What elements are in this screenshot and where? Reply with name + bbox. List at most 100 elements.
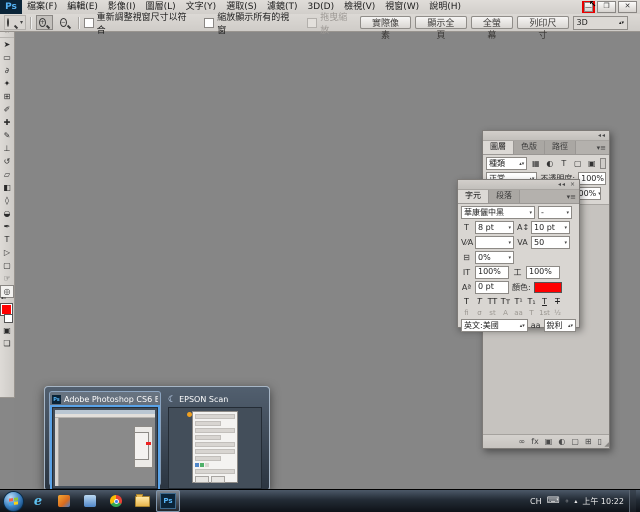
taskbar-internet-explorer[interactable]: e bbox=[26, 490, 50, 512]
tray-mini-icon[interactable]: ◦ bbox=[565, 497, 570, 506]
opentype-button[interactable]: ½ bbox=[552, 309, 563, 317]
opentype-button[interactable]: T bbox=[526, 309, 537, 317]
filter-type-layers-icon[interactable]: T bbox=[558, 159, 569, 168]
minimize-button[interactable]: — ↖ bbox=[584, 2, 593, 12]
tool-preset-picker[interactable]: ▾ bbox=[4, 15, 26, 30]
taskbar-clock[interactable]: 上午 10:22 bbox=[582, 496, 624, 507]
close-panel-icon[interactable]: × bbox=[570, 181, 576, 188]
layer-kind-filter[interactable]: 種類 ▴▾ bbox=[486, 157, 527, 170]
keyboard-icon[interactable]: ⌨ bbox=[547, 496, 560, 506]
hand-tool[interactable]: ☞ bbox=[0, 272, 14, 285]
resize-windows-checkbox[interactable]: 重新調整視窗尺寸以符合 bbox=[84, 10, 195, 36]
filter-pixel-layers-icon[interactable]: ▦ bbox=[530, 159, 541, 168]
default-colors-icon[interactable]: ▪▫ bbox=[1, 296, 7, 301]
scrubby-zoom-checkbox[interactable]: 拖曳縮放 bbox=[307, 10, 355, 36]
taskbar-media-player[interactable] bbox=[52, 490, 76, 512]
tab-layers[interactable]: 圖層 bbox=[483, 141, 514, 154]
move-tool[interactable]: ➤ bbox=[0, 38, 14, 51]
faux-bold-button[interactable]: T bbox=[461, 296, 472, 307]
strikethrough-button[interactable]: T bbox=[552, 296, 563, 307]
fit-screen-button[interactable]: 顯示全頁 bbox=[415, 16, 466, 29]
character-panel-titlebar[interactable]: ◂◂ × bbox=[458, 180, 579, 190]
checkbox-box[interactable] bbox=[307, 18, 317, 28]
workspace-selector[interactable]: 3D ▴▾ bbox=[573, 16, 628, 30]
layer-filter-toggle[interactable] bbox=[600, 158, 606, 169]
baseline-shift-input[interactable]: 0 pt bbox=[475, 281, 509, 294]
zoom-in-button[interactable]: + bbox=[36, 15, 53, 30]
screen-mode-button[interactable]: ❏ bbox=[0, 337, 14, 350]
filter-smart-objects-icon[interactable]: ▣ bbox=[586, 159, 597, 168]
clone-stamp-tool[interactable]: ⊥ bbox=[0, 142, 14, 155]
quick-mask-button[interactable]: ▣ bbox=[0, 324, 14, 337]
opentype-button[interactable]: 1st bbox=[539, 309, 550, 317]
collapse-panel-icon[interactable]: ◂◂ bbox=[598, 132, 606, 139]
opentype-button[interactable]: σ bbox=[474, 309, 485, 317]
preview-item-epson-scan[interactable]: ☾ EPSON Scan bbox=[165, 391, 265, 486]
vertical-scale-input[interactable]: 100% bbox=[475, 266, 509, 279]
zoom-out-button[interactable]: − bbox=[57, 15, 74, 30]
menu-item[interactable]: 視窗(W) bbox=[380, 0, 424, 14]
new-layer-icon[interactable]: ⊞ bbox=[585, 437, 592, 446]
new-adjustment-layer-icon[interactable]: ◐ bbox=[558, 437, 565, 446]
quick-selection-tool[interactable]: ✦ bbox=[0, 77, 14, 90]
photoshop-thumbnail[interactable] bbox=[52, 407, 158, 489]
tracking-select[interactable]: 50 ▾ bbox=[531, 236, 570, 249]
layer-effects-icon[interactable]: fx bbox=[531, 437, 539, 446]
zoom-all-windows-checkbox[interactable]: 縮放顯示所有的視窗 bbox=[204, 10, 297, 36]
subscript-button[interactable]: T₁ bbox=[526, 296, 537, 307]
blur-tool[interactable]: ◊ bbox=[0, 194, 14, 207]
font-family-select[interactable]: 華康儷中黑 ▾ bbox=[461, 206, 535, 219]
opentype-button[interactable]: fi bbox=[461, 309, 472, 317]
antialias-select[interactable]: 銳利 ▴▾ bbox=[544, 319, 576, 332]
text-color-swatch[interactable] bbox=[534, 282, 562, 293]
opentype-button[interactable]: aa bbox=[513, 309, 524, 317]
history-brush-tool[interactable]: ↺ bbox=[0, 155, 14, 168]
dodge-tool[interactable]: ◒ bbox=[0, 207, 14, 220]
proportional-spacing-select[interactable]: 0% ▾ bbox=[475, 251, 514, 264]
preview-item-photoshop[interactable]: Ps Adobe Photoshop CS6 Exten… bbox=[49, 391, 161, 486]
taskbar-photoshop[interactable]: Ps bbox=[156, 490, 180, 512]
faux-italic-button[interactable]: T bbox=[474, 296, 485, 307]
lasso-tool[interactable]: ∂ bbox=[0, 64, 14, 77]
tab-paths[interactable]: 路徑 bbox=[545, 141, 576, 154]
kerning-select[interactable]: ▾ bbox=[475, 236, 514, 249]
actual-pixels-button[interactable]: 實際像素 bbox=[360, 16, 411, 29]
collapse-panel-icon[interactable]: ◂◂ bbox=[558, 181, 566, 188]
menu-item[interactable]: 檔案(F) bbox=[22, 0, 62, 14]
opentype-button[interactable]: A bbox=[500, 309, 511, 317]
checkbox-box[interactable] bbox=[204, 18, 214, 28]
taskbar-explorer[interactable] bbox=[130, 490, 154, 512]
show-desktop-button[interactable] bbox=[629, 490, 636, 512]
language-indicator[interactable]: CH bbox=[530, 497, 542, 506]
language-select[interactable]: 英文:美國 ▴▾ bbox=[461, 319, 528, 332]
epson-scan-thumbnail[interactable] bbox=[168, 407, 262, 489]
menu-item[interactable]: 說明(H) bbox=[424, 0, 466, 14]
horizontal-scale-input[interactable]: 100% bbox=[526, 266, 560, 279]
panel-menu-icon[interactable]: ▾≡ bbox=[594, 142, 609, 154]
tab-channels[interactable]: 色版 bbox=[514, 141, 545, 154]
restore-button[interactable]: ❐ bbox=[597, 1, 616, 13]
checkbox-box[interactable] bbox=[84, 18, 94, 28]
leading-select[interactable]: 10 pt ▾ bbox=[531, 221, 570, 234]
link-layers-icon[interactable]: ∞ bbox=[519, 437, 526, 446]
show-hidden-icons-button[interactable]: ▴ bbox=[574, 498, 577, 505]
opentype-button[interactable]: st bbox=[487, 309, 498, 317]
brush-tool[interactable]: ✎ bbox=[0, 129, 14, 142]
all-caps-button[interactable]: TT bbox=[487, 296, 498, 307]
healing-brush-tool[interactable]: ✚ bbox=[0, 116, 14, 129]
eraser-tool[interactable]: ▱ bbox=[0, 168, 14, 181]
superscript-button[interactable]: T¹ bbox=[513, 296, 524, 307]
pen-tool[interactable]: ✒ bbox=[0, 220, 14, 233]
eyedropper-tool[interactable]: ✐ bbox=[0, 103, 14, 116]
tab-paragraph[interactable]: 段落 bbox=[489, 190, 520, 203]
panel-menu-icon[interactable]: ▾≡ bbox=[564, 191, 579, 203]
close-button[interactable]: ✕ bbox=[618, 1, 637, 13]
taskbar-chrome[interactable] bbox=[104, 490, 128, 512]
background-color-swatch[interactable] bbox=[4, 314, 13, 323]
fill-screen-button[interactable]: 全螢幕 bbox=[471, 16, 514, 29]
taskbar-messenger[interactable] bbox=[78, 490, 102, 512]
filter-shape-layers-icon[interactable]: ▢ bbox=[572, 159, 583, 168]
filter-adjustment-layers-icon[interactable]: ◐ bbox=[544, 159, 555, 168]
type-tool[interactable]: T bbox=[0, 233, 14, 246]
crop-tool[interactable]: ⊞ bbox=[0, 90, 14, 103]
